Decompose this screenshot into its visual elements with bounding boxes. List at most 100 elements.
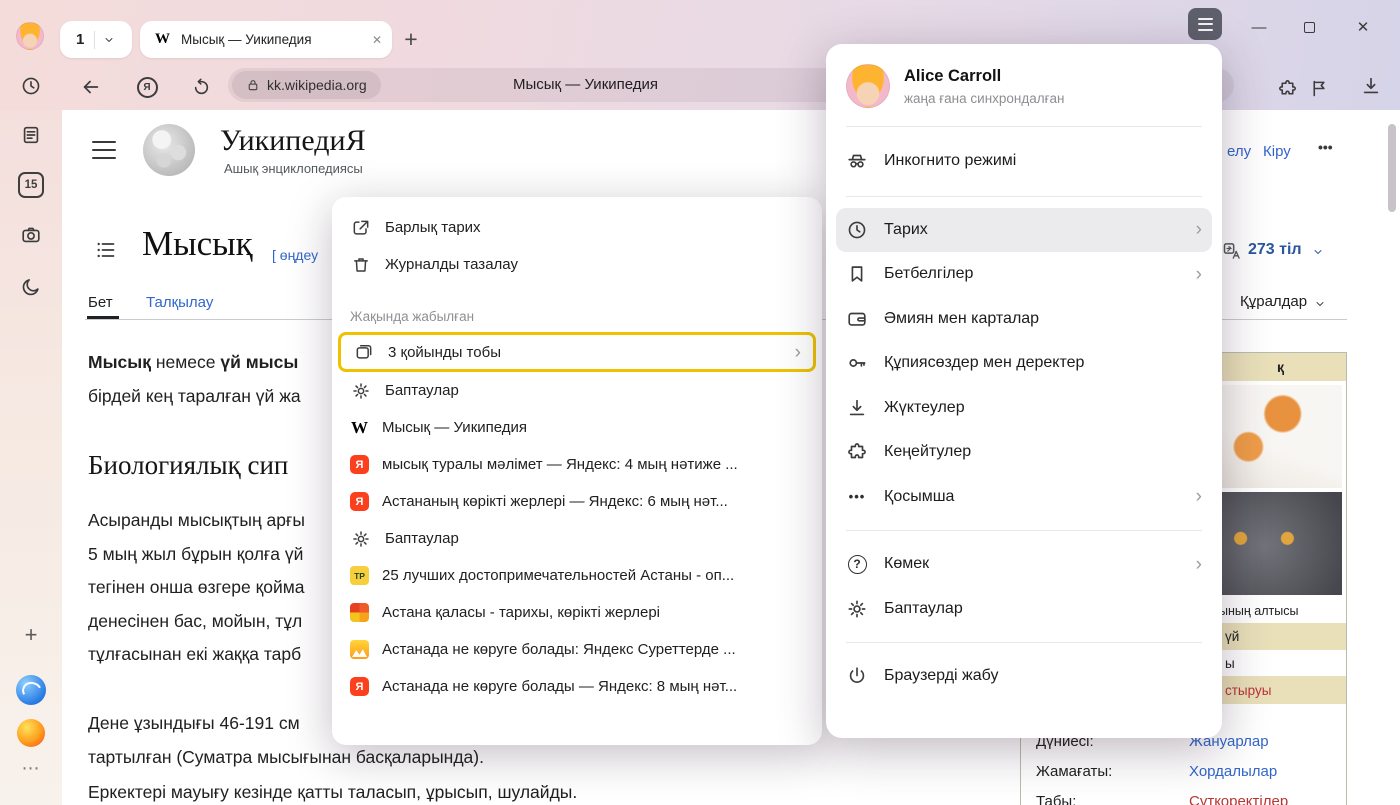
sidebar-dark-mode-button[interactable]: [19, 275, 43, 299]
paragraph-line: Дене ұзындығы 46-191 см: [88, 713, 300, 734]
menu-item-settings[interactable]: Баптаулар: [826, 587, 1222, 632]
menu-item-label: Жүктеулер: [884, 399, 965, 417]
menu-item-label: Бетбелгілер: [884, 265, 973, 283]
chevron-right-icon: ›: [1196, 487, 1202, 506]
section-heading: Биологиялық сип: [88, 450, 288, 481]
history-entry[interactable]: Астана қаласы - тарихы, көрікті жерлері: [332, 594, 822, 631]
menu-item-label: Браузерді жабу: [884, 667, 998, 685]
history-entry[interactable]: Я мысық туралы мәлімет — Яндекс: 4 мың н…: [332, 446, 822, 483]
domain-pill[interactable]: kk.wikipedia.org: [232, 71, 381, 99]
menu-item-clear-history[interactable]: Журналды тазалау: [332, 246, 822, 283]
sidebar-more-button[interactable]: ⋯: [19, 756, 43, 780]
menu-item-passwords[interactable]: Құпиясөздер мен деректер: [826, 341, 1222, 386]
taxobox-row: Жамағаты: Хордалылар: [1021, 756, 1346, 786]
sidebar-screenshot-button[interactable]: [19, 223, 43, 247]
wikipedia-logo[interactable]: [143, 124, 195, 176]
taxobox-row: Табы: Сүтқоректілер: [1021, 786, 1346, 805]
maximize-button[interactable]: [1296, 14, 1322, 40]
menu-item-close-browser[interactable]: Браузерді жабу: [826, 654, 1222, 699]
extensions-toolbar-icon[interactable]: [1274, 75, 1300, 101]
menu-item-all-history[interactable]: Барлық тарих: [332, 209, 822, 246]
back-button[interactable]: [78, 74, 104, 100]
tools-dropdown[interactable]: Құралдар: [1240, 293, 1307, 310]
wikipedia-favicon: W: [153, 30, 172, 49]
paragraph-line: тұлғасынан екі жаққа тарб: [88, 644, 301, 665]
menu-item-extensions[interactable]: Кеңейтулер: [826, 430, 1222, 475]
history-entry-settings[interactable]: Баптаулар: [332, 520, 822, 557]
sidebar-tab-count-button[interactable]: 15: [18, 172, 44, 198]
paragraph-line: Мысық немесе үй мысы: [88, 352, 298, 373]
minimize-button[interactable]: —: [1246, 14, 1272, 40]
bold-term: үй мысы: [220, 352, 298, 372]
tab-counter[interactable]: 1: [60, 21, 132, 58]
site-grid-icon: [350, 603, 369, 622]
tab-count-badge: 15: [25, 179, 38, 191]
menu-item-more[interactable]: ••• Қосымша ›: [826, 475, 1222, 520]
taxobox-value-link[interactable]: Сүтқоректілер: [1189, 793, 1288, 805]
yandex-home-button[interactable]: Я: [134, 74, 160, 100]
edit-link[interactable]: [ өңдеу: [272, 247, 318, 263]
menu-item-incognito[interactable]: Инкогнито режимі: [826, 139, 1222, 184]
language-count-button[interactable]: 273 тіл: [1248, 241, 1302, 259]
menu-item-downloads[interactable]: Жүктеулер: [826, 386, 1222, 431]
collections-flag-icon[interactable]: [1306, 75, 1332, 101]
reload-button[interactable]: [188, 74, 214, 100]
tab-close-icon[interactable]: ✕: [372, 33, 382, 47]
page-scrollbar[interactable]: [1388, 112, 1396, 802]
menu-item-label: Инкогнито режимі: [884, 152, 1016, 170]
external-link-icon: [350, 217, 372, 239]
menu-item-label: Көмек: [884, 555, 929, 573]
yandex-browser-logo[interactable]: [16, 675, 46, 705]
tab-page[interactable]: Бет: [88, 294, 113, 311]
incognito-mask-icon: [846, 150, 868, 172]
wiki-site-subtitle: Ашық энциклопедиясы: [224, 161, 363, 176]
taxobox-value-link[interactable]: Хордалылар: [1189, 763, 1277, 780]
paragraph-line: Еркектері мауығу кезінде қатты таласып, …: [88, 782, 577, 803]
sidebar-history-button[interactable]: [19, 74, 43, 98]
downloads-toolbar-icon[interactable]: [1358, 73, 1384, 99]
menu-item-label: Баптаулар: [884, 600, 963, 618]
paragraph-line: тегінен онша өзгере қойма: [88, 577, 305, 598]
language-chevron-icon: [1312, 246, 1324, 258]
tab-talk[interactable]: Талқылау: [146, 294, 213, 311]
history-entry[interactable]: TP 25 лучших достопримечательностей Аста…: [332, 557, 822, 594]
profile-avatar[interactable]: [16, 22, 44, 50]
wiki-more-icon[interactable]: •••: [1318, 139, 1333, 155]
login-link[interactable]: Кіру: [1263, 143, 1291, 160]
bookmark-icon: [846, 263, 868, 285]
yandex-search-app-icon[interactable]: [17, 719, 45, 747]
sidebar-add-button[interactable]: +: [19, 623, 43, 647]
browser-menu-button[interactable]: [1188, 8, 1222, 40]
contents-list-icon[interactable]: [94, 238, 118, 262]
menu-item-help[interactable]: ? Көмек ›: [826, 542, 1222, 587]
browser-window: 1 W Мысық — Уикипедия ✕ + — ✕ Я kk.wikip…: [0, 0, 1400, 805]
sidebar-feed-button[interactable]: [19, 123, 43, 147]
scrollbar-thumb[interactable]: [1388, 124, 1396, 212]
tab-counter-value: 1: [76, 31, 84, 48]
history-entry[interactable]: Я Астанада не көруге болады — Яндекс: 8 …: [332, 668, 822, 705]
new-tab-button[interactable]: +: [398, 26, 424, 52]
active-tab[interactable]: W Мысық — Уикипедия ✕: [140, 21, 392, 58]
menu-item-history[interactable]: Тарих ›: [836, 208, 1212, 253]
wiki-site-title[interactable]: УикипедиЯ: [220, 124, 366, 158]
profile-name: Alice Carroll: [904, 67, 1065, 86]
history-entry[interactable]: W Мысық — Уикипедия: [332, 409, 822, 446]
clock-icon: [846, 219, 868, 241]
history-entry[interactable]: Астанада не көруге болады: Яндекс Суретт…: [332, 631, 822, 668]
menu-item-settings[interactable]: Баптаулар: [332, 372, 822, 409]
menu-item-wallet[interactable]: Әмиян мен карталар: [826, 297, 1222, 342]
profile-section[interactable]: Alice Carroll жаңа ғана синхрондалған: [826, 44, 1222, 126]
yandex-icon: Я: [350, 677, 369, 696]
history-submenu: Барлық тарих Журналды тазалау Жақында жа…: [332, 197, 822, 745]
menu-item-tab-group[interactable]: 3 қойынды тобы ›: [338, 332, 816, 372]
tripadvisor-icon: TP: [350, 566, 369, 585]
menu-item-bookmarks[interactable]: Бетбелгілер ›: [826, 252, 1222, 297]
menu-item-label: Баптаулар: [385, 382, 459, 399]
history-entry[interactable]: Я Астананың көрікті жерлері — Яндекс: 6 …: [332, 483, 822, 520]
bold-term: Мысық: [88, 352, 151, 372]
register-link-fragment[interactable]: елу: [1227, 143, 1251, 160]
recently-closed-header: Жақында жабылған: [332, 283, 822, 332]
close-window-button[interactable]: ✕: [1350, 14, 1376, 40]
wiki-menu-icon[interactable]: [92, 141, 116, 159]
translate-icon: [1222, 241, 1242, 261]
